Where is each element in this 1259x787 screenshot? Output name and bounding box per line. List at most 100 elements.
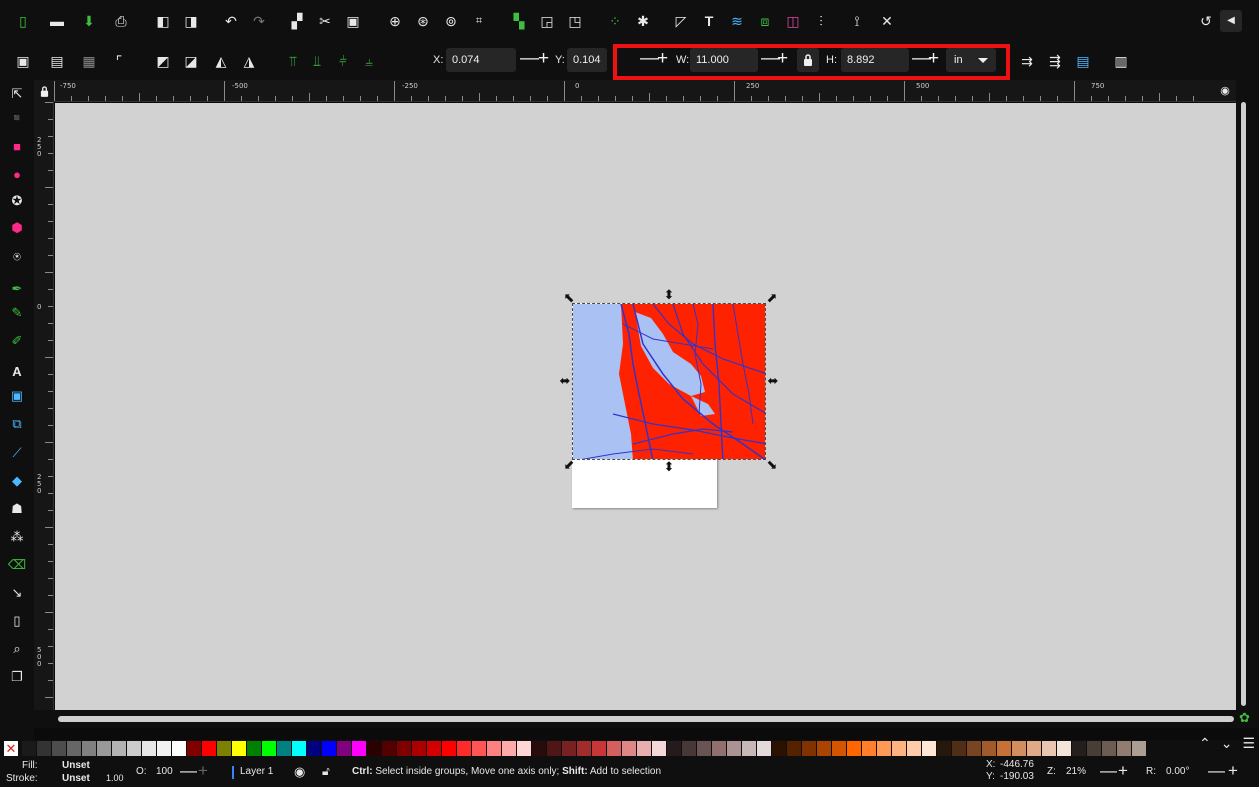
ruler-lock[interactable] <box>34 80 54 102</box>
chevron-up-icon[interactable]: ⌃ <box>1199 735 1211 752</box>
resize-handle-nw[interactable]: ⬉ <box>562 291 576 305</box>
import-icon[interactable]: ◧ <box>152 10 174 32</box>
color-swatch[interactable] <box>277 741 291 756</box>
calligraphy-tool-icon[interactable]: ✐ <box>6 330 28 352</box>
deselect-icon[interactable]: ▦ <box>78 50 100 72</box>
color-swatch[interactable] <box>712 741 726 756</box>
flip-horizontal-icon[interactable]: ◭ <box>210 50 232 72</box>
opacity-decrement-button[interactable]: — <box>180 761 197 781</box>
star-tool-icon[interactable]: ✪ <box>6 190 28 212</box>
gradient-tool-icon[interactable]: ▣ <box>6 385 28 407</box>
scrollbar-thumb[interactable] <box>1241 102 1246 706</box>
color-swatch[interactable] <box>847 741 861 756</box>
select-all-layers-icon[interactable]: ▤ <box>46 50 68 72</box>
flip-vertical-icon[interactable]: ◮ <box>238 50 260 72</box>
color-swatch[interactable] <box>1132 741 1146 756</box>
color-swatch[interactable] <box>1042 741 1056 756</box>
x-increment-button[interactable]: + <box>538 48 549 72</box>
zoom-in-button[interactable]: + <box>1118 761 1128 781</box>
color-swatch[interactable] <box>832 741 846 756</box>
connector-tool-icon[interactable]: ↘ <box>6 582 28 604</box>
preferences-icon[interactable]: ⟟ <box>846 10 868 32</box>
stroke-width[interactable]: 1.00 <box>106 773 124 783</box>
color-swatch[interactable] <box>247 741 261 756</box>
color-swatch[interactable] <box>667 741 681 756</box>
objects-icon[interactable]: ⧈ <box>754 10 776 32</box>
zoom-value[interactable]: 21% <box>1066 766 1086 777</box>
horizontal-scrollbar[interactable]: ✿ <box>34 710 1259 728</box>
zoom-out-button[interactable]: — <box>1100 761 1117 781</box>
group-icon[interactable]: ▚ <box>508 10 530 32</box>
mesh-tool-icon[interactable]: ⧉ <box>6 413 28 435</box>
pages-tool-icon[interactable]: ▯ <box>6 610 28 632</box>
color-swatch[interactable] <box>862 741 876 756</box>
snap-icon[interactable]: ✱ <box>632 10 654 32</box>
x-field[interactable]: 0.074 <box>446 48 516 72</box>
color-swatch[interactable] <box>217 741 231 756</box>
move-gradients-icon[interactable]: ▤ <box>1072 50 1094 72</box>
stroke-value[interactable]: Unset <box>62 773 90 784</box>
color-swatch[interactable] <box>577 741 591 756</box>
new-document-icon[interactable]: ▯ <box>12 10 34 32</box>
x-decrement-button[interactable]: — <box>520 48 539 72</box>
pencil-tool-icon[interactable]: ✎ <box>6 302 28 324</box>
resize-handle-e[interactable]: ⬌ <box>766 374 780 388</box>
spray-tool-icon[interactable]: ⁂ <box>6 526 28 548</box>
y-field[interactable]: 0.104 <box>567 48 607 72</box>
resize-handle-w[interactable]: ⬌ <box>558 374 572 388</box>
node-tool-icon[interactable]: ◾ <box>6 107 28 129</box>
measure-tool-icon[interactable]: ❐ <box>6 666 28 688</box>
color-swatch[interactable] <box>532 741 546 756</box>
rotate-decrement-button[interactable]: — <box>1208 761 1225 781</box>
color-swatch[interactable] <box>307 741 321 756</box>
resize-handle-s[interactable]: ⬍ <box>662 460 676 474</box>
color-swatch[interactable] <box>52 741 66 756</box>
color-swatch[interactable] <box>1027 741 1041 756</box>
ungroup-icon[interactable]: ◲ <box>536 10 558 32</box>
clone-icon[interactable]: ◳ <box>564 10 586 32</box>
selector-tool-icon[interactable]: ⇱ <box>6 83 28 105</box>
color-swatch[interactable] <box>67 741 81 756</box>
rotation-value[interactable]: 0.00° <box>1166 766 1189 777</box>
lower-icon[interactable]: ⫩ <box>332 50 354 72</box>
color-swatch[interactable] <box>982 741 996 756</box>
3d-box-tool-icon[interactable]: ⬢ <box>6 217 28 239</box>
color-swatch[interactable] <box>742 741 756 756</box>
paint-bucket-tool-icon[interactable]: ◆ <box>6 470 28 492</box>
duplicate-icon[interactable]: ▞ <box>286 10 308 32</box>
layers-icon[interactable]: ≋ <box>726 10 748 32</box>
color-swatch[interactable] <box>427 741 441 756</box>
symbols-icon[interactable]: ✕ <box>876 10 898 32</box>
select-same-icon[interactable]: ⌜ <box>108 50 130 72</box>
ellipse-tool-icon[interactable]: ● <box>6 163 28 185</box>
select-all-icon[interactable]: ▣ <box>12 50 34 72</box>
align-icon[interactable]: ⫶ <box>810 10 832 32</box>
eye-icon[interactable]: ◉ <box>294 764 305 780</box>
print-icon[interactable]: ⎙ <box>110 10 132 32</box>
chevron-down-icon[interactable]: ⌄ <box>1221 735 1233 752</box>
color-swatch[interactable] <box>322 741 336 756</box>
color-swatch[interactable] <box>817 741 831 756</box>
color-swatch[interactable] <box>172 741 186 756</box>
rotate-increment-button[interactable]: + <box>1228 761 1238 781</box>
color-swatch[interactable] <box>487 741 501 756</box>
text-icon[interactable]: T <box>698 10 720 32</box>
text-tool-icon[interactable]: A <box>6 360 28 382</box>
move-patterns-icon[interactable]: ▥ <box>1110 50 1132 72</box>
dropper-tool-icon[interactable]: ⟋ <box>6 442 28 464</box>
color-swatch[interactable] <box>97 741 111 756</box>
color-swatch[interactable] <box>547 741 561 756</box>
scale-stroke-icon[interactable]: ⇉ <box>1016 50 1038 72</box>
color-swatch[interactable] <box>1102 741 1116 756</box>
color-swatch[interactable] <box>157 741 171 756</box>
color-managed-icon[interactable]: ◉ <box>1214 80 1236 102</box>
resize-handle-ne[interactable]: ⬈ <box>765 291 779 305</box>
horizontal-ruler[interactable]: -750 -500 -250 0 250 500 750 ◉ <box>54 80 1236 102</box>
resize-handle-n[interactable]: ⬍ <box>662 288 676 302</box>
raise-to-top-icon[interactable]: ⫪ <box>282 50 304 72</box>
color-swatch[interactable] <box>892 741 906 756</box>
color-swatch[interactable] <box>922 741 936 756</box>
color-swatch[interactable] <box>82 741 96 756</box>
color-swatch[interactable] <box>622 741 636 756</box>
color-swatch[interactable] <box>37 741 51 756</box>
